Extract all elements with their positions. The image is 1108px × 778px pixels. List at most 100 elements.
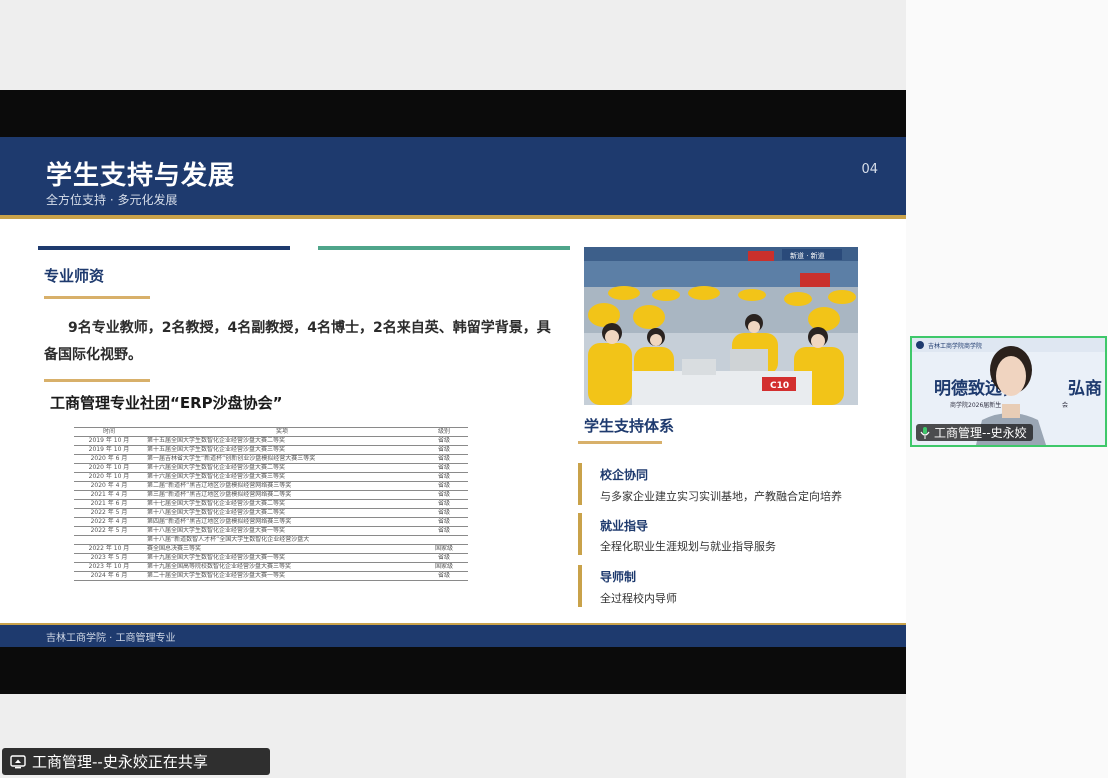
col-header-award: 奖项 [144,427,420,437]
award-time-cell [74,535,144,545]
header-gold-line [0,215,906,219]
support-item-desc: 全过程校内导师 [600,592,677,605]
awards-table-row: 2020 年 10 月第十六届全国大学生数智化企业经营沙盘大赛三等奖 省级 [74,472,468,482]
webcam-video-tile[interactable]: 吉林工商学院商学院 明德致远， 弘商 商学院2026届新生 会 工商管理--史永… [910,336,1107,447]
award-name-cell: 第十五届全国大学生数智化企业经营沙盘大赛三等奖 [144,445,420,455]
award-time-cell: 2022 年 10 月 [74,544,144,554]
award-name-cell: 第十九届全国高等院校数智化企业经营沙盘大赛三等奖 [144,562,420,572]
webcam-header-text: 吉林工商学院商学院 [928,342,982,350]
audio-level-icon [920,426,930,439]
award-level-cell: 省级 [420,517,468,527]
awards-table-row: 2019 年 10 月第十五届全国大学生数智化企业经营沙盘大赛三等奖 省级 [74,445,468,455]
screen-share-indicator[interactable]: 工商管理--史永姣正在共享 [2,748,270,775]
webcam-banner-subtext-2: 会 [1062,401,1068,409]
award-level-cell: 省级 [420,454,468,464]
award-name-cell: 第十九届全国大学生数智化企业经营沙盘大赛一等奖 [144,553,420,563]
col-header-level: 级别 [420,427,468,437]
support-item-title: 校企协同 [600,468,649,482]
awards-table-row: 2023 年 5 月第十九届全国大学生数智化企业经营沙盘大赛一等奖 省级 [74,553,468,563]
awards-table-row: 2020 年 10 月第十六届全国大学生数智化企业经营沙盘大赛二等奖 省级 [74,463,468,473]
award-level-cell: 国家级 [420,562,468,572]
award-time-cell: 2024 年 6 月 [74,571,144,581]
awards-table-row: 2022 年 10 月赛全国总决赛三等奖 国家级 [74,544,468,554]
webcam-participant-name: 工商管理--史永姣 [934,426,1027,440]
slide-subtitle: 全方位支持 · 多元化发展 [46,193,178,207]
awards-table-row: 2022 年 5 月第十八届全国大学生数智化企业经营沙盘大赛一等奖 省级 [74,526,468,536]
award-name-cell: 第十八届全国大学生数智化企业经营沙盘大赛二等奖 [144,508,420,518]
award-time-cell: 2020 年 4 月 [74,481,144,491]
competition-photo-image: 新道 · 新道 C10 [584,247,858,405]
award-name-cell: 第十五届全国大学生数智化企业经营沙盘大赛二等奖 [144,436,420,446]
slide-title: 学生支持与发展 [46,161,236,191]
award-time-cell: 2020 年 10 月 [74,463,144,473]
club-title: 工商管理专业社团“ERP沙盘协会” [50,394,283,412]
award-level-cell: 省级 [420,481,468,491]
award-name-cell: 第三届“新道杯”黑吉辽地区沙盘模拟经营网络赛二等奖 [144,490,420,500]
award-level-cell: 国家级 [420,544,468,554]
awards-table: 时间 奖项 级别 2019 年 10 月第十五届全国大学生数智化企业经营沙盘大赛… [74,427,468,581]
award-name-cell: 第二届“新道杯”黑吉辽地区沙盘模拟经营网络赛三等奖 [144,481,420,491]
award-name-cell: 第十七届全国大学生数智化企业经营沙盘大赛二等奖 [144,499,420,509]
screen-share-text: 工商管理--史永姣正在共享 [32,753,208,771]
support-heading-underline [578,441,662,444]
awards-table-row: 2024 年 6 月第二十届全国大学生数智化企业经营沙盘大赛一等奖 省级 [74,571,468,581]
awards-table-row: 2022 年 5 月第十八届全国大学生数智化企业经营沙盘大赛二等奖 省级 [74,508,468,518]
slide-header: 学生支持与发展 全方位支持 · 多元化发展 04 [0,137,906,219]
webcam-name-label: 工商管理--史永姣 [916,424,1033,441]
award-level-cell: 省级 [420,472,468,482]
awards-table-body: 2019 年 10 月第十五届全国大学生数智化企业经营沙盘大赛二等奖 省级 2019… [74,436,468,581]
award-time-cell: 2022 年 4 月 [74,517,144,527]
awards-table-row: 2022 年 4 月第四届“新道杯”黑吉辽地区沙盘模拟经营网络赛三等奖 省级 [74,517,468,527]
award-name-cell: 赛全国总决赛三等奖 [144,544,420,554]
support-item-title: 就业指导 [600,519,649,533]
award-time-cell: 2019 年 10 月 [74,445,144,455]
awards-table-row: 2020 年 4 月第二届“新道杯”黑吉辽地区沙盘模拟经营网络赛三等奖 省级 [74,481,468,491]
award-level-cell: 省级 [420,490,468,500]
webcam-banner-text-2: 弘商 [1068,378,1102,399]
faculty-heading-underline [44,296,150,299]
award-level-cell: 省级 [420,499,468,509]
award-time-cell: 2019 年 10 月 [74,436,144,446]
award-time-cell: 2022 年 5 月 [74,526,144,536]
award-time-cell: 2020 年 10 月 [74,472,144,482]
award-level-cell: 省级 [420,436,468,446]
faculty-heading: 专业师资 [44,267,105,285]
footer-gold-line [0,623,906,625]
support-item-title: 导师制 [600,570,637,584]
award-name-cell: 第十八届全国大学生数智化企业经营沙盘大赛一等奖 [144,526,420,536]
award-time-cell: 2023 年 5 月 [74,553,144,563]
webcam-banner-subtext: 商学院2026届新生 [950,401,1001,409]
support-item-desc: 与多家企业建立实习实训基地，产教融合定向培养 [600,490,842,503]
support-heading: 学生支持体系 [584,417,675,435]
support-item-bar [578,565,582,607]
award-name-cell: 第四届“新道杯”黑吉辽地区沙盘模拟经营网络赛三等奖 [144,517,420,527]
awards-table-row: 2021 年 4 月第三届“新道杯”黑吉辽地区沙盘模拟经营网络赛二等奖 省级 [74,490,468,500]
club-heading-underline [44,379,150,382]
slide-page-number: 04 [861,162,878,177]
awards-table-header: 时间 奖项 级别 [74,427,468,437]
presentation-slide: 学生支持与发展 全方位支持 · 多元化发展 04 专业师资 9名专业教师，2名教… [0,137,906,647]
award-time-cell: 2021 年 4 月 [74,490,144,500]
award-time-cell: 2021 年 6 月 [74,499,144,509]
award-level-cell: 省级 [420,526,468,536]
award-level-cell: 省级 [420,553,468,563]
award-time-cell: 2023 年 10 月 [74,562,144,572]
footer-text: 吉林工商学院 · 工商管理专业 [46,633,176,644]
awards-table-row: 2023 年 10 月第十九届全国高等院校数智化企业经营沙盘大赛三等奖 国家级 [74,562,468,572]
col-header-time: 时间 [74,427,144,437]
slide-footer: 吉林工商学院 · 工商管理专业 [0,623,906,647]
slide-frame: 学生支持与发展 全方位支持 · 多元化发展 04 专业师资 9名专业教师，2名教… [0,90,906,694]
support-item-bar [578,513,582,555]
award-level-cell [420,535,468,545]
support-item-desc: 全程化职业生涯规划与就业指导服务 [600,540,776,553]
photo-banner-text: 新道 · 新道 [790,251,825,260]
award-name-cell: 第一届吉林省大学生“新道杯”创新创业沙盘模拟经营大赛三等奖 [144,454,420,464]
award-time-cell: 2022 年 5 月 [74,508,144,518]
photo-table-sign: C10 [770,381,789,391]
award-name-cell: 第十六届全国大学生数智化企业经营沙盘大赛二等奖 [144,463,420,473]
award-level-cell: 省级 [420,508,468,518]
award-level-cell: 省级 [420,463,468,473]
faculty-description: 9名专业教师，2名教授，4名副教授，4名博士，2名来自英、韩留学背景，具备国际化… [44,320,551,363]
award-name-cell: 第十六届全国大学生数智化企业经营沙盘大赛三等奖 [144,472,420,482]
awards-table-row: 2021 年 6 月第十七届全国大学生数智化企业经营沙盘大赛二等奖 省级 [74,499,468,509]
